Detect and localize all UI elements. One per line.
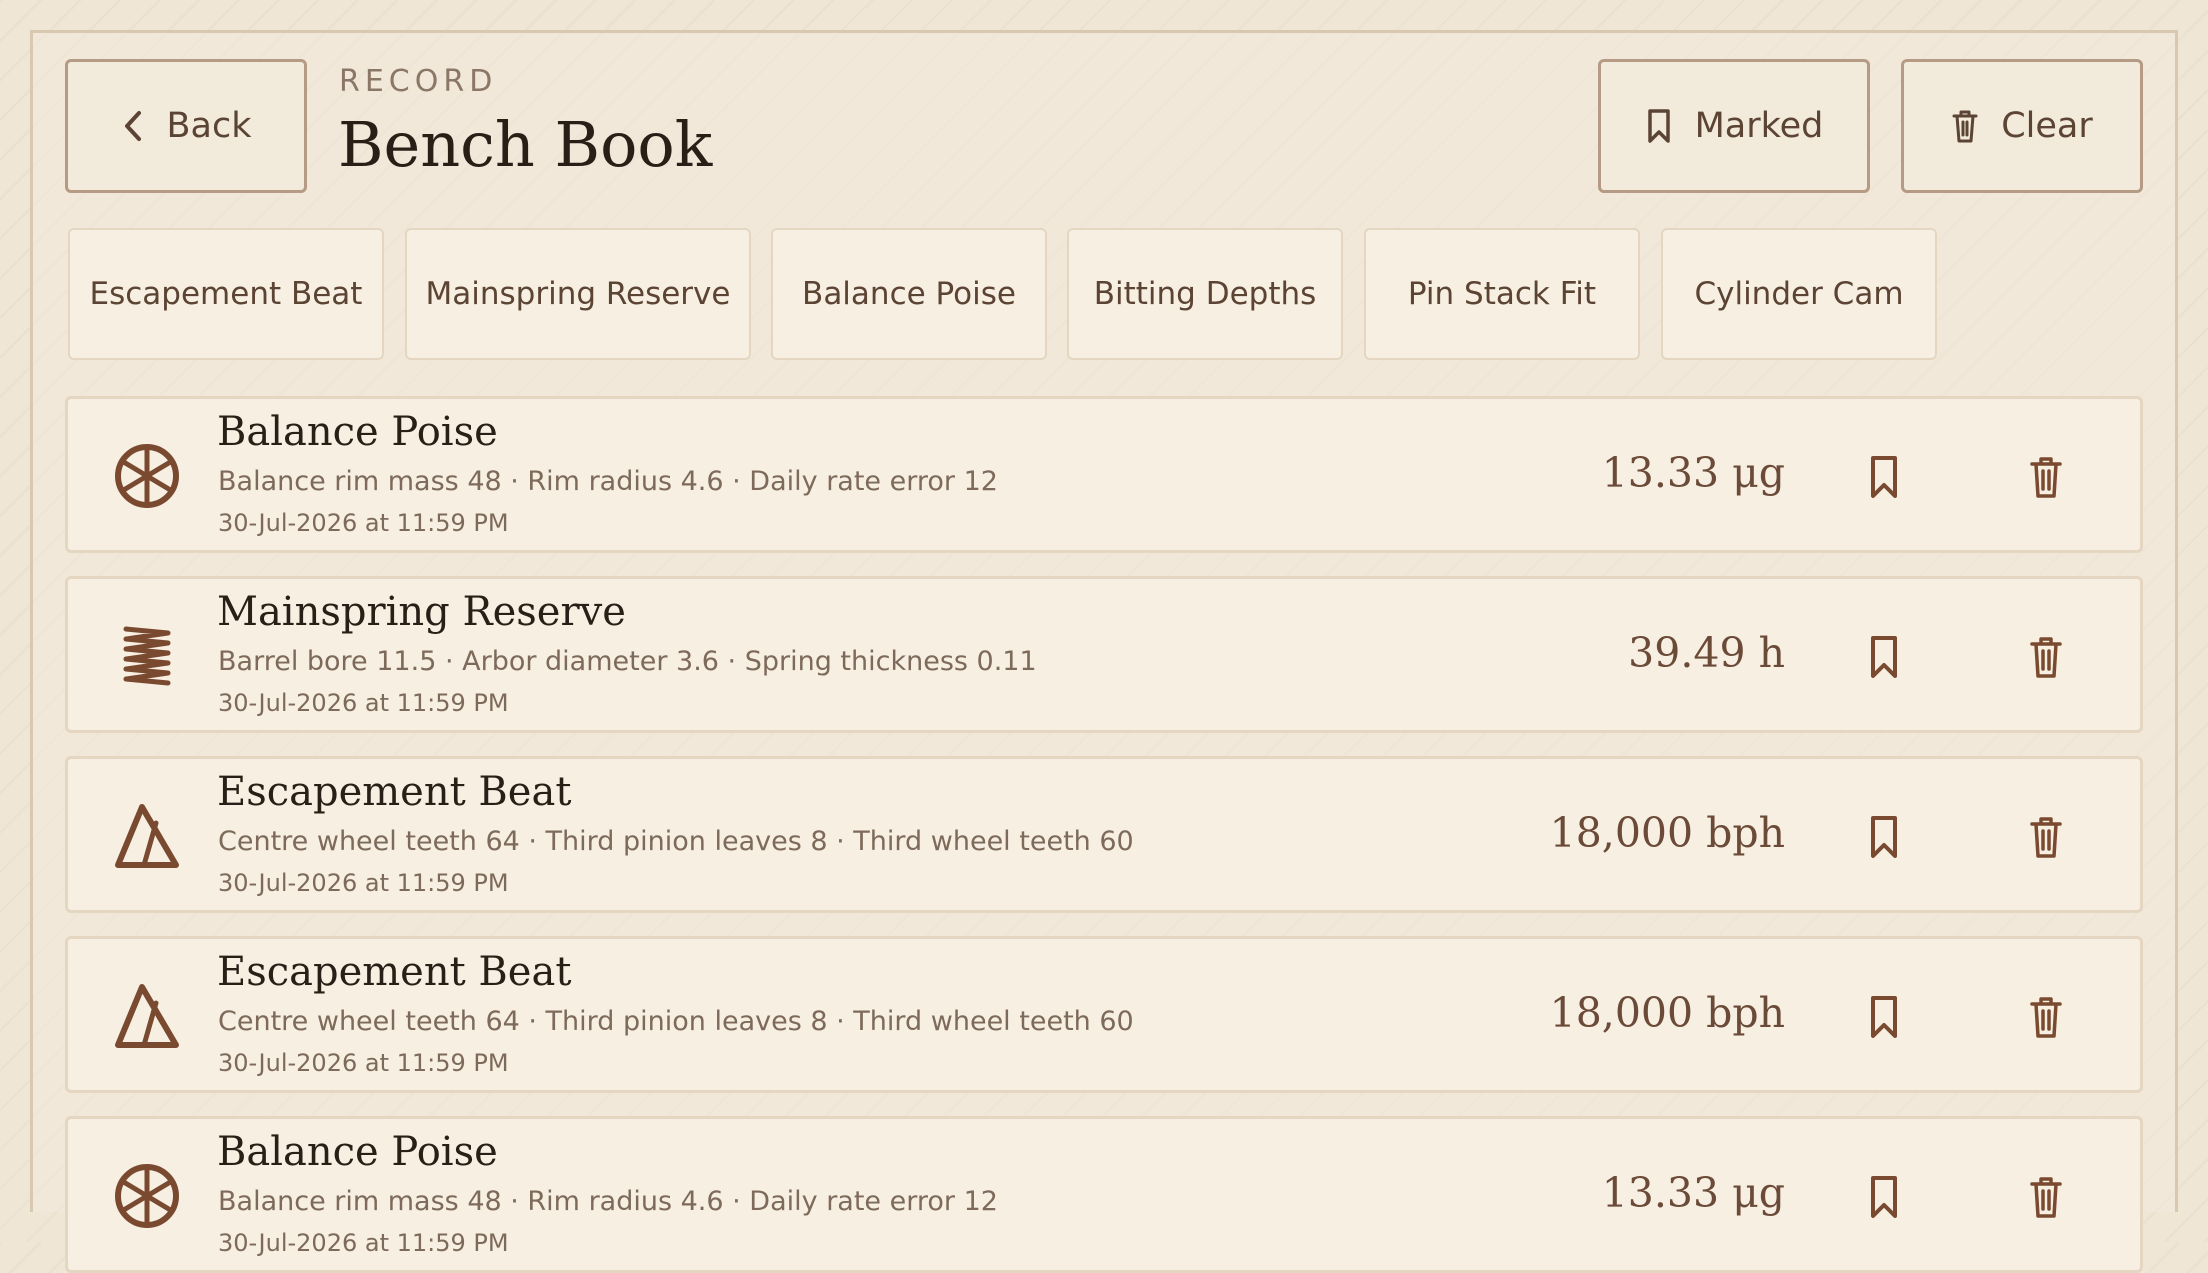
trash-icon[interactable]: [2026, 1174, 2066, 1220]
entry-result: 13.33 μg: [1601, 1169, 1785, 1217]
tab-cylinder-cam[interactable]: Cylinder Cam: [1661, 228, 1937, 360]
bookmark-icon[interactable]: [1864, 994, 1904, 1040]
trash-icon[interactable]: [2026, 454, 2066, 500]
bookmark-icon[interactable]: [1864, 1174, 1904, 1220]
entry-params: Balance rim mass 48 · Rim radius 4.6 · D…: [218, 1186, 998, 1217]
entry-timestamp: 30-Jul-2026 at 11:59 PM: [218, 509, 509, 537]
tab-label: Bitting Depths: [1093, 276, 1317, 312]
tab-label: Mainspring Reserve: [425, 276, 731, 312]
entry-name: Balance Poise: [217, 409, 498, 455]
entry-row[interactable]: Mainspring Reserve Barrel bore 11.5 · Ar…: [65, 576, 2143, 733]
back-button[interactable]: Back: [65, 59, 307, 193]
clear-button[interactable]: Clear: [1901, 59, 2143, 193]
bookmark-icon[interactable]: [1864, 454, 1904, 500]
tab-bitting-depths[interactable]: Bitting Depths: [1067, 228, 1343, 360]
tab-label: Cylinder Cam: [1694, 276, 1904, 312]
balance-wheel-icon: [112, 441, 182, 511]
entry-result: 18,000 bph: [1549, 809, 1785, 857]
metronome-icon: [112, 801, 182, 871]
trash-icon[interactable]: [2026, 814, 2066, 860]
entry-timestamp: 30-Jul-2026 at 11:59 PM: [218, 869, 509, 897]
back-button-label: Back: [166, 106, 252, 146]
entry-timestamp: 30-Jul-2026 at 11:59 PM: [218, 1229, 509, 1257]
entry-name: Escapement Beat: [217, 949, 572, 995]
entry-name: Mainspring Reserve: [217, 589, 626, 635]
entry-params: Centre wheel teeth 64 · Third pinion lea…: [218, 826, 1134, 857]
tab-balance-poise[interactable]: Balance Poise: [771, 228, 1047, 360]
entry-result: 13.33 μg: [1601, 449, 1785, 497]
bookmark-icon[interactable]: [1864, 634, 1904, 680]
marked-button[interactable]: Marked: [1598, 59, 1870, 193]
entry-timestamp: 30-Jul-2026 at 11:59 PM: [218, 689, 509, 717]
entry-params: Balance rim mass 48 · Rim radius 4.6 · D…: [218, 466, 998, 497]
entry-row[interactable]: Escapement Beat Centre wheel teeth 64 · …: [65, 756, 2143, 913]
tab-pin-stack-fit[interactable]: Pin Stack Fit: [1364, 228, 1640, 360]
bookmark-icon[interactable]: [1864, 814, 1904, 860]
page-title: Bench Book: [338, 108, 713, 181]
metronome-icon: [112, 981, 182, 1051]
entry-timestamp: 30-Jul-2026 at 11:59 PM: [218, 1049, 509, 1077]
tab-mainspring-reserve[interactable]: Mainspring Reserve: [405, 228, 751, 360]
trash-icon[interactable]: [2026, 994, 2066, 1040]
trash-icon[interactable]: [2026, 634, 2066, 680]
marked-button-label: Marked: [1694, 106, 1824, 146]
entry-row[interactable]: Balance Poise Balance rim mass 48 · Rim …: [65, 396, 2143, 553]
tab-label: Pin Stack Fit: [1407, 276, 1597, 312]
entry-name: Escapement Beat: [217, 769, 572, 815]
tab-label: Balance Poise: [802, 276, 1016, 312]
entry-row[interactable]: Escapement Beat Centre wheel teeth 64 · …: [65, 936, 2143, 1093]
tab-label: Escapement Beat: [89, 276, 363, 312]
entry-params: Centre wheel teeth 64 · Third pinion lea…: [218, 1006, 1134, 1037]
entry-result: 39.49 h: [1628, 629, 1785, 677]
entry-row[interactable]: Balance Poise Balance rim mass 48 · Rim …: [65, 1116, 2143, 1273]
tab-escapement-beat[interactable]: Escapement Beat: [68, 228, 384, 360]
balance-wheel-icon: [112, 1161, 182, 1231]
entry-result: 18,000 bph: [1549, 989, 1785, 1037]
spring-coil-icon: [112, 621, 182, 691]
page-eyebrow: RECORD: [339, 64, 498, 99]
bookmark-icon: [1645, 108, 1673, 144]
clear-button-label: Clear: [2001, 106, 2093, 146]
trash-icon: [1951, 108, 1979, 144]
chevron-left-icon: [121, 109, 145, 143]
entry-params: Barrel bore 11.5 · Arbor diameter 3.6 · …: [218, 646, 1037, 677]
entry-name: Balance Poise: [217, 1129, 498, 1175]
